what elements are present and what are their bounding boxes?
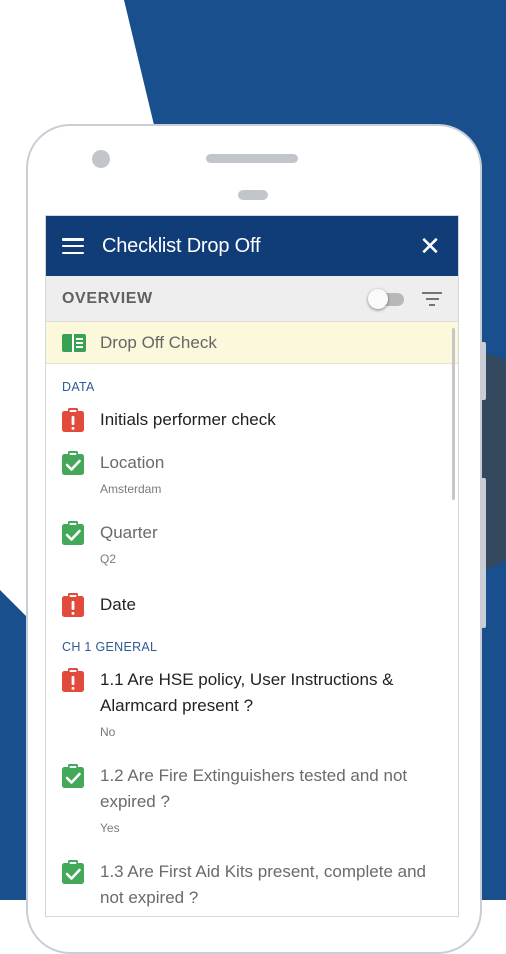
item-title: 1.1 Are HSE policy, User Instructions & … (100, 670, 394, 715)
checklist-item[interactable]: 1.3 Are First Aid Kits present, complete… (46, 859, 458, 911)
item-title: Date (100, 595, 136, 614)
filter-icon[interactable] (422, 291, 442, 306)
item-title: 1.2 Are Fire Extinguishers tested and no… (100, 766, 408, 811)
check-clipboard-icon (62, 521, 84, 545)
app-bar: Checklist Drop Off ✕ (46, 216, 458, 276)
phone-speaker (206, 154, 298, 163)
section-header: DATA (62, 380, 95, 394)
item-value: No (100, 725, 116, 739)
item-value: Amsterdam (100, 482, 162, 496)
overview-label: OVERVIEW (62, 289, 153, 307)
item-title: Location (100, 453, 165, 472)
checklist-book-icon (62, 333, 86, 352)
check-clipboard-icon (62, 860, 84, 884)
item-title: Initials performer check (100, 410, 276, 429)
phone-sensor (238, 190, 268, 200)
checklist-item[interactable]: Quarter Q2 (46, 520, 458, 566)
close-icon[interactable]: ✕ (418, 233, 442, 259)
overview-toggle[interactable] (368, 288, 406, 310)
check-clipboard-icon (62, 764, 84, 788)
section-header: CH 1 GENERAL (62, 640, 158, 654)
item-value: Yes (100, 821, 120, 835)
checklist-content: Drop Off Check DATA Initials performer c… (46, 322, 458, 916)
banner-label: Drop Off Check (100, 332, 217, 352)
checklist-item[interactable]: Initials performer check (46, 407, 458, 433)
phone-camera (92, 150, 110, 168)
overview-bar: OVERVIEW (46, 276, 458, 322)
app-screen: Checklist Drop Off ✕ OVERVIEW Drop Off C… (46, 216, 458, 916)
hamburger-menu-icon[interactable] (62, 238, 84, 254)
alert-clipboard-icon (62, 593, 84, 617)
check-clipboard-icon (62, 451, 84, 475)
checklist-item[interactable]: Location Amsterdam (46, 450, 458, 496)
checklist-item[interactable]: Date (46, 592, 458, 618)
alert-clipboard-icon (62, 668, 84, 692)
scrollbar[interactable] (452, 328, 455, 500)
item-value: Q2 (100, 552, 117, 566)
toggle-knob (368, 288, 388, 309)
checklist-banner[interactable]: Drop Off Check (46, 322, 458, 364)
alert-clipboard-icon (62, 408, 84, 432)
checklist-item[interactable]: 1.2 Are Fire Extinguishers tested and no… (46, 763, 458, 835)
item-title: Quarter (100, 523, 158, 542)
app-title: Checklist Drop Off (102, 234, 261, 257)
checklist-item[interactable]: 1.1 Are HSE policy, User Instructions & … (46, 667, 458, 739)
item-title: 1.3 Are First Aid Kits present, complete… (100, 862, 426, 907)
